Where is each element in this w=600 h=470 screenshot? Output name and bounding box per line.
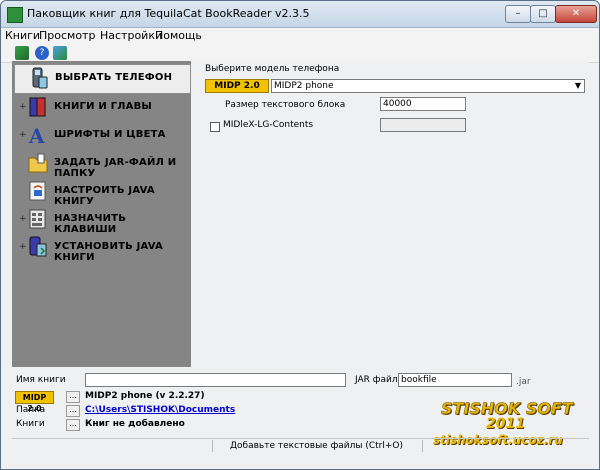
- menu-books[interactable]: Книги: [5, 29, 40, 42]
- midlet-input[interactable]: [380, 118, 466, 132]
- phone-settings-panel: Выберите модель телефона MIDP 2.0 MIDP2 …: [192, 61, 589, 367]
- books-status: Книг не добавлено: [85, 419, 185, 429]
- sidebar-item-select-phone[interactable]: ВЫБРАТЬ ТЕЛЕФОН: [14, 64, 191, 94]
- chevron-down-icon[interactable]: ▼: [572, 80, 584, 92]
- expand-icon[interactable]: +: [19, 214, 27, 224]
- expand-icon[interactable]: +: [19, 130, 27, 140]
- midlet-checkbox[interactable]: [210, 122, 220, 132]
- book-name-label: Имя книги: [16, 375, 66, 385]
- sidebar-item-label: ШРИФТЫ И ЦВЕТА: [54, 129, 166, 140]
- sidebar-item-jar-folder[interactable]: ЗАДАТЬ JAR-ФАЙЛ И ПАПКУ: [12, 149, 191, 179]
- window-title: Паковщик книг для TequilaCat BookReader …: [27, 7, 310, 20]
- sidebar-item-assign-keys[interactable]: + НАЗНАЧИТЬ КЛАВИШИ: [12, 205, 191, 235]
- text-block-label: Размер текстового блока: [225, 100, 346, 110]
- menu-view[interactable]: Просмотр: [39, 29, 95, 42]
- jar-file-label: JAR файл:: [355, 375, 401, 385]
- save-icon[interactable]: [15, 46, 29, 60]
- install-icon: [28, 236, 48, 258]
- books-icon: [28, 96, 48, 118]
- minimize-button[interactable]: –: [505, 5, 531, 23]
- sidebar-item-label: УСТАНОВИТЬ JAVA КНИГИ: [54, 241, 163, 263]
- phone-model-value: MIDP2 phone: [274, 81, 334, 91]
- folder-path-link[interactable]: C:\Users\STISHOK\Documents: [85, 405, 235, 415]
- status-text: Добавьте текстовые файлы (Ctrl+O): [230, 441, 404, 451]
- maximize-button[interactable]: □: [530, 5, 556, 23]
- sidebar-item-install-java-books[interactable]: + УСТАНОВИТЬ JAVA КНИГИ: [12, 233, 191, 263]
- expand-icon[interactable]: +: [19, 242, 27, 252]
- book-name-input[interactable]: [85, 373, 346, 387]
- section-label: Выберите модель телефона: [205, 64, 340, 74]
- sidebar-item-books-chapters[interactable]: + КНИГИ И ГЛАВЫ: [12, 93, 191, 121]
- folder-icon: [28, 152, 48, 174]
- text-block-size-input[interactable]: 40000: [380, 97, 466, 111]
- status-bar: Добавьте текстовые файлы (Ctrl+O): [12, 438, 589, 453]
- folder-label: Папка: [16, 405, 46, 415]
- java-config-icon: [28, 180, 48, 202]
- select-phone-dots-button[interactable]: ...: [66, 391, 80, 403]
- phone-icon: [29, 67, 49, 89]
- help-icon[interactable]: ?: [35, 46, 49, 60]
- menu-bar: Книги Просмотр Настройки Помощь: [1, 28, 599, 44]
- title-bar[interactable]: Паковщик книг для TequilaCat BookReader …: [1, 1, 599, 28]
- sidebar-item-java-book[interactable]: НАСТРОИТЬ JAVA КНИГУ: [12, 177, 191, 207]
- watermark-year: 2011: [486, 416, 525, 432]
- phone-info: MIDP2 phone (v 2.2.27): [85, 391, 205, 401]
- sidebar-item-label: ВЫБРАТЬ ТЕЛЕФОН: [55, 72, 173, 83]
- midp-badge-small: MIDP 2.0: [15, 391, 54, 413]
- expand-icon[interactable]: +: [19, 102, 27, 112]
- status-divider: [422, 440, 423, 452]
- books-label: Книги: [16, 419, 45, 429]
- svg-text:A: A: [28, 124, 45, 146]
- select-folder-dots-button[interactable]: ...: [66, 405, 80, 417]
- status-divider: [212, 440, 213, 452]
- jar-extension: .jar: [516, 377, 531, 387]
- midlet-label: MIDleX-LG-Contents: [223, 120, 314, 130]
- app-icon: [7, 7, 23, 23]
- main-window: Паковщик книг для TequilaCat BookReader …: [0, 0, 600, 470]
- keys-icon: [28, 208, 48, 230]
- font-icon: A: [28, 124, 48, 148]
- jar-file-input[interactable]: bookfile: [398, 373, 512, 387]
- sidebar: ВЫБРАТЬ ТЕЛЕФОН + КНИГИ И ГЛАВЫ + A ШРИФ…: [12, 61, 191, 367]
- sidebar-item-label: ЗАДАТЬ JAR-ФАЙЛ И ПАПКУ: [54, 157, 177, 179]
- menu-help[interactable]: Помощь: [155, 29, 202, 42]
- sidebar-item-label: НАСТРОИТЬ JAVA КНИГУ: [54, 185, 155, 207]
- phone-model-select[interactable]: MIDP2 phone ▼: [271, 79, 585, 93]
- menu-settings[interactable]: Настройки: [100, 29, 162, 42]
- midp-badge: MIDP 2.0: [205, 79, 269, 93]
- close-button[interactable]: ✕: [555, 5, 597, 23]
- exit-icon[interactable]: [53, 46, 67, 60]
- sidebar-item-label: КНИГИ И ГЛАВЫ: [54, 101, 152, 112]
- sidebar-item-label: НАЗНАЧИТЬ КЛАВИШИ: [54, 213, 127, 235]
- sidebar-item-fonts-colors[interactable]: + A ШРИФТЫ И ЦВЕТА: [12, 121, 191, 149]
- add-books-dots-button[interactable]: ...: [66, 419, 80, 431]
